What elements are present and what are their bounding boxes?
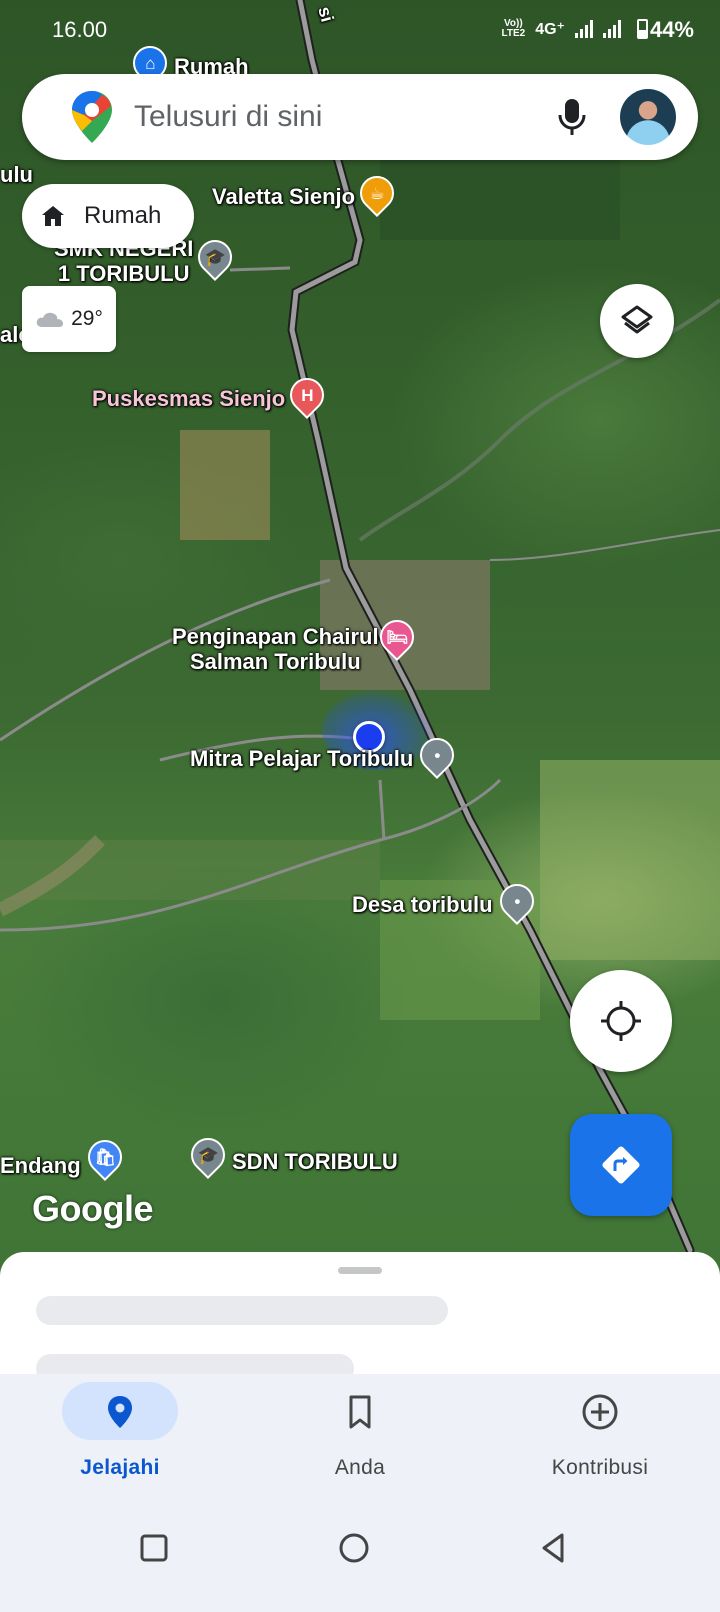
search-bar[interactable]: Telusuri di sini bbox=[22, 74, 698, 160]
directions-icon bbox=[602, 1146, 640, 1184]
poi-mitra-pelajar[interactable]: Mitra Pelajar Toribulu • bbox=[190, 730, 462, 780]
tab-label: Jelajahi bbox=[80, 1456, 160, 1479]
weather-temp: 29° bbox=[71, 307, 103, 330]
tab-kontribusi[interactable]: Kontribusi bbox=[480, 1374, 720, 1496]
avatar[interactable] bbox=[620, 89, 676, 145]
system-navigation-bar bbox=[0, 1496, 720, 1612]
home-chip[interactable]: Rumah bbox=[22, 184, 194, 248]
signal-icon bbox=[575, 20, 593, 38]
school-pin-icon: 🎓 bbox=[183, 1130, 233, 1180]
lodging-pin-icon: 🛏 bbox=[372, 613, 421, 662]
status-time: 16.00 bbox=[52, 17, 108, 42]
drag-handle[interactable] bbox=[338, 1267, 382, 1274]
home-circle-icon[interactable] bbox=[334, 1528, 374, 1568]
tab-label: Anda bbox=[334, 1456, 386, 1479]
poi-puskesmas-sienjo[interactable]: Puskesmas Sienjo H bbox=[92, 370, 332, 420]
bottom-sheet[interactable] bbox=[0, 1252, 720, 1383]
google-watermark: Google bbox=[32, 1188, 154, 1229]
place-pin-icon: • bbox=[413, 730, 462, 780]
back-icon[interactable] bbox=[534, 1528, 574, 1568]
place-pin-icon: • bbox=[492, 876, 541, 926]
signal-icon bbox=[603, 20, 621, 38]
layers-button[interactable] bbox=[600, 284, 674, 358]
weather-chip[interactable]: 29° bbox=[22, 286, 116, 352]
shopping-pin-icon: 🛍 bbox=[80, 1132, 129, 1182]
school-pin-icon: 🎓 bbox=[191, 233, 240, 282]
mic-icon[interactable] bbox=[552, 95, 592, 139]
poi-penginapan-chairul[interactable]: Penginapan Chairul Salman Toribulu 🛏 bbox=[172, 613, 421, 675]
cloud-icon bbox=[36, 312, 64, 327]
poi-sdn-toribulu[interactable]: 🎓 SDN TORIBULU bbox=[183, 1130, 398, 1180]
battery-icon bbox=[637, 19, 648, 39]
home-icon bbox=[42, 206, 64, 226]
network-type: 4G⁺ bbox=[535, 21, 565, 38]
home-chip-label: Rumah bbox=[84, 202, 162, 229]
volte-icon: Vo)) LTE2 bbox=[501, 18, 526, 39]
my-location-button[interactable] bbox=[570, 970, 672, 1072]
status-bar: 16.00 Vo)) LTE2 4G⁺ 44% bbox=[0, 0, 720, 60]
poi-endang[interactable]: Endang 🛍 bbox=[0, 1132, 129, 1182]
bottom-navigation: Jelajahi Anda Kontribusi bbox=[0, 1374, 720, 1496]
tab-anda[interactable]: Anda bbox=[240, 1374, 480, 1496]
directions-button[interactable] bbox=[570, 1114, 672, 1216]
poi-desa-toribulu[interactable]: Desa toribulu • bbox=[352, 876, 541, 926]
loading-skeleton bbox=[36, 1296, 448, 1325]
edge-label-ulu: ulu bbox=[0, 162, 33, 187]
tab-label: Kontribusi bbox=[551, 1456, 649, 1479]
layers-icon bbox=[621, 305, 653, 334]
add-circle-icon bbox=[582, 1394, 618, 1430]
bookmark-icon bbox=[349, 1395, 371, 1429]
cafe-pin-icon: ☕ bbox=[353, 168, 402, 218]
tab-jelajahi[interactable]: Jelajahi bbox=[0, 1374, 240, 1496]
search-input[interactable]: Telusuri di sini bbox=[134, 100, 552, 134]
hospital-pin-icon: H bbox=[283, 370, 332, 420]
crosshair-icon bbox=[601, 1001, 641, 1041]
recents-icon[interactable] bbox=[134, 1528, 174, 1568]
battery-percent: 44% bbox=[649, 17, 694, 42]
location-pin-icon bbox=[108, 1396, 132, 1428]
poi-valetta-sienjo[interactable]: Valetta Sienjo ☕ bbox=[212, 168, 402, 218]
google-maps-logo-icon bbox=[72, 91, 112, 143]
